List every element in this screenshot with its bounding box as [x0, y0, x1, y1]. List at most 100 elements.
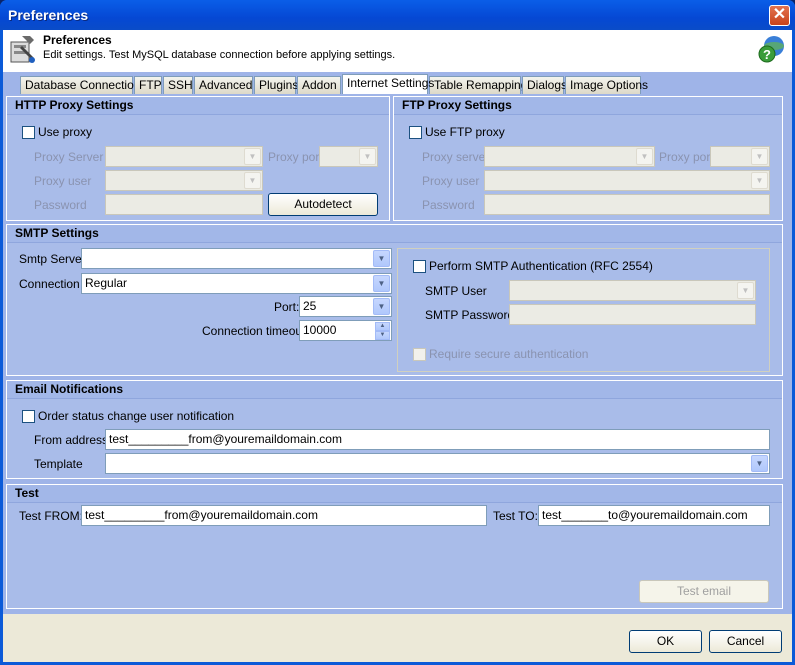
- ftp-proxy-password-input[interactable]: [484, 194, 770, 215]
- smtp-heading: SMTP Settings: [7, 225, 782, 243]
- use-ftp-proxy-checkbox[interactable]: [409, 126, 422, 139]
- proxy-port-label: Proxy port: [268, 150, 323, 164]
- chevron-down-icon: ▼: [636, 148, 653, 165]
- test-heading: Test: [7, 485, 782, 503]
- connection-select[interactable]: Regular ▼: [81, 273, 392, 294]
- dialog-header: Preferences Edit settings. Test MySQL da…: [3, 30, 792, 72]
- from-address-input[interactable]: test_________from@youremaildomain.com: [105, 429, 770, 450]
- smtp-server-select[interactable]: ▼: [81, 248, 392, 269]
- use-ftp-proxy-label: Use FTP proxy: [425, 125, 505, 139]
- close-button[interactable]: ✕: [769, 5, 790, 26]
- port-label: Port:: [274, 300, 300, 314]
- title-bar[interactable]: Preferences ✕: [0, 0, 795, 30]
- dialog-client: Preferences Edit settings. Test MySQL da…: [3, 30, 792, 662]
- chevron-down-icon: ▼: [373, 298, 390, 315]
- test-to-input[interactable]: test_______to@youremaildomain.com: [538, 505, 770, 526]
- chevron-down-icon: ▼: [737, 282, 754, 299]
- template-select[interactable]: ▼: [105, 453, 770, 474]
- autodetect-button[interactable]: Autodetect: [268, 193, 378, 216]
- tab-addon[interactable]: Addon: [297, 76, 341, 94]
- connection-timeout-spinner[interactable]: 10000 ▲ ▼: [299, 320, 392, 341]
- connection-value: Regular: [85, 276, 128, 290]
- template-label: Template: [34, 457, 83, 471]
- preferences-icon: [10, 36, 35, 63]
- chevron-down-icon: ▼: [244, 148, 261, 165]
- use-proxy-checkbox[interactable]: [22, 126, 35, 139]
- tab-table-remapping[interactable]: Table Remapping: [429, 76, 527, 94]
- tab-ftp[interactable]: FTP: [134, 76, 162, 94]
- email-notifications-panel: Email Notifications Order status change …: [6, 380, 783, 479]
- tab-internet-settings[interactable]: Internet Settings: [342, 74, 434, 94]
- smtp-password-input[interactable]: [509, 304, 756, 325]
- window-title: Preferences: [8, 7, 89, 23]
- ftp-proxy-user-select[interactable]: ▼: [484, 170, 770, 191]
- http-proxy-heading: HTTP Proxy Settings: [7, 97, 389, 115]
- ftp-proxy-heading: FTP Proxy Settings: [394, 97, 782, 115]
- spin-down-icon[interactable]: ▼: [375, 331, 390, 340]
- chevron-down-icon: ▼: [373, 275, 390, 292]
- internet-settings-page: HTTP Proxy Settings Use proxy Proxy Serv…: [3, 94, 792, 614]
- smtp-password-label: SMTP Password: [425, 308, 515, 322]
- spin-up-icon[interactable]: ▲: [375, 322, 390, 331]
- order-status-label: Order status change user notification: [38, 409, 235, 423]
- cancel-button[interactable]: Cancel: [709, 630, 782, 653]
- proxy-password-input[interactable]: [105, 194, 263, 215]
- port-select[interactable]: 25 ▼: [299, 296, 392, 317]
- chevron-down-icon: ▼: [244, 172, 261, 189]
- use-proxy-label: Use proxy: [38, 125, 93, 139]
- ftp-proxy-password-label: Password: [422, 198, 475, 212]
- ftp-proxy-port-label: Proxy port: [659, 150, 714, 164]
- connection-label: Connection: [19, 277, 80, 291]
- header-title: Preferences: [43, 33, 112, 47]
- proxy-port-select[interactable]: ▼: [319, 146, 378, 167]
- chevron-down-icon: ▼: [751, 172, 768, 189]
- preferences-window: Preferences ✕ Preferences Edit settings.…: [0, 0, 795, 665]
- help-icon[interactable]: ?: [757, 34, 787, 64]
- smtp-auth-checkbox[interactable]: [413, 260, 426, 273]
- tab-advanced[interactable]: Advanced: [194, 76, 253, 94]
- proxy-server-select[interactable]: ▼: [105, 146, 263, 167]
- secure-auth-checkbox[interactable]: [413, 348, 426, 361]
- dialog-footer: OK Cancel: [3, 614, 792, 662]
- test-to-label: Test TO:: [493, 509, 538, 523]
- proxy-user-label: Proxy user: [34, 174, 92, 188]
- smtp-server-label: Smtp Server: [19, 252, 86, 266]
- svg-text:?: ?: [763, 47, 771, 62]
- smtp-auth-label: Perform SMTP Authentication (RFC 2554): [429, 259, 653, 273]
- order-status-checkbox[interactable]: [22, 410, 35, 423]
- tab-image-options[interactable]: Image Options: [565, 76, 648, 94]
- tab-plugins[interactable]: Plugins: [254, 76, 298, 94]
- header-subtitle: Edit settings. Test MySQL database conne…: [43, 49, 396, 61]
- ftp-proxy-user-label: Proxy user: [422, 174, 480, 188]
- ftp-proxy-port-select[interactable]: ▼: [710, 146, 770, 167]
- proxy-user-select[interactable]: ▼: [105, 170, 263, 191]
- tab-strip: Database Connection FTP SSH Advanced Plu…: [3, 72, 792, 94]
- chevron-down-icon: ▼: [751, 148, 768, 165]
- proxy-password-label: Password: [34, 198, 87, 212]
- test-email-button[interactable]: Test email: [639, 580, 769, 603]
- http-proxy-panel: HTTP Proxy Settings Use proxy Proxy Serv…: [6, 96, 390, 221]
- chevron-down-icon: ▼: [373, 250, 390, 267]
- proxy-server-label: Proxy Server: [34, 150, 104, 164]
- test-panel: Test Test FROM: test_________from@yourem…: [6, 484, 783, 609]
- ftp-proxy-server-label: Proxy server: [422, 150, 490, 164]
- smtp-user-select[interactable]: ▼: [509, 280, 756, 301]
- test-from-label: Test FROM:: [19, 509, 84, 523]
- chevron-down-icon: ▼: [751, 455, 768, 472]
- smtp-panel: SMTP Settings Smtp Server ▼ Connection R…: [6, 224, 783, 376]
- smtp-auth-group: Perform SMTP Authentication (RFC 2554) S…: [397, 248, 770, 372]
- tab-ssh[interactable]: SSH: [163, 76, 193, 94]
- ftp-proxy-server-select[interactable]: ▼: [484, 146, 655, 167]
- chevron-down-icon: ▼: [359, 148, 376, 165]
- tab-dialogs[interactable]: Dialogs: [522, 76, 567, 94]
- tab-database-connection[interactable]: Database Connection: [20, 76, 140, 94]
- smtp-user-label: SMTP User: [425, 284, 487, 298]
- ok-button[interactable]: OK: [629, 630, 702, 653]
- from-address-label: From address:: [34, 433, 112, 447]
- test-from-input[interactable]: test_________from@youremaildomain.com: [81, 505, 487, 526]
- port-value: 25: [303, 299, 317, 313]
- connection-timeout-value: 10000: [303, 323, 337, 337]
- connection-timeout-label: Connection timeout:: [202, 324, 309, 338]
- email-notifications-heading: Email Notifications: [7, 381, 782, 399]
- ftp-proxy-panel: FTP Proxy Settings Use FTP proxy Proxy s…: [393, 96, 783, 221]
